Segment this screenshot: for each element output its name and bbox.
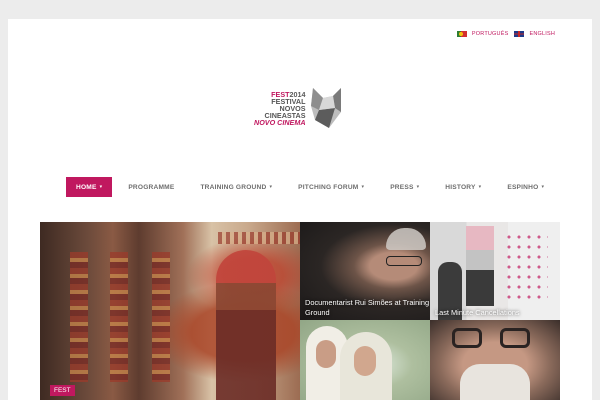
face-image bbox=[316, 340, 336, 368]
site-logo[interactable]: FEST2014 FESTIVAL NOVOS CINEASTAS NOVO C… bbox=[254, 83, 346, 133]
chevron-down-icon: ▾ bbox=[541, 184, 545, 190]
girl-figure-image bbox=[216, 250, 276, 400]
nav-label: PRESS bbox=[390, 183, 414, 191]
logo-wordmark: FEST2014 FESTIVAL NOVOS CINEASTAS NOVO C… bbox=[254, 90, 306, 127]
nav-label: PITCHING FORUM bbox=[298, 183, 359, 191]
nav-item-press[interactable]: PRESS ▾ bbox=[380, 177, 429, 197]
nav-item-home[interactable]: HOME ▾ bbox=[66, 177, 113, 197]
tapestry-decoration bbox=[218, 232, 300, 244]
category-tag[interactable]: FEST bbox=[50, 385, 75, 396]
pt-flag-icon bbox=[456, 31, 467, 37]
curtain-decoration bbox=[152, 252, 170, 382]
nav-label: HOME bbox=[76, 183, 97, 191]
featured-tile-cancellations[interactable]: Last Minute Cancellations bbox=[430, 222, 560, 320]
nav-item-pitching-forum[interactable]: PITCHING FORUM ▾ bbox=[288, 177, 374, 197]
beard-image bbox=[460, 364, 530, 400]
page: PORTUGUÊS ENGLISH FEST2014 FESTIVAL NOVO… bbox=[8, 19, 592, 400]
chevron-down-icon: ▾ bbox=[269, 184, 273, 190]
curtain-decoration bbox=[70, 252, 88, 382]
cat-logo-icon bbox=[310, 88, 341, 128]
chevron-down-icon: ▾ bbox=[478, 184, 482, 190]
featured-tile-rui-simoes[interactable]: Documentarist Rui Simões at Training Gro… bbox=[300, 222, 430, 320]
curtain-decoration bbox=[110, 252, 128, 382]
main-navigation: HOME ▾ PROGRAMME TRAINING GROUND ▾ PITCHIN… bbox=[66, 177, 560, 197]
nav-label: ESPINHO bbox=[507, 183, 539, 191]
featured-tile-fest[interactable]: FEST bbox=[40, 222, 300, 400]
chevron-down-icon: ▾ bbox=[416, 184, 420, 190]
tile-caption[interactable]: Last Minute Cancellations bbox=[435, 308, 520, 318]
language-switcher: PORTUGUÊS ENGLISH bbox=[456, 31, 555, 37]
nav-label: HISTORY bbox=[445, 183, 476, 191]
nav-item-training-ground[interactable]: TRAINING GROUND ▾ bbox=[190, 177, 282, 197]
tile-caption[interactable]: Documentarist Rui Simões at Training Gro… bbox=[305, 298, 430, 318]
featured-tile-portrait[interactable] bbox=[430, 320, 560, 400]
glasses-decoration bbox=[500, 328, 530, 348]
glasses-decoration bbox=[386, 256, 422, 266]
featured-tile-women[interactable] bbox=[300, 320, 430, 400]
language-label: ENGLISH bbox=[529, 31, 555, 37]
featured-grid: FEST Documentarist Rui Simões at Trainin… bbox=[40, 222, 560, 400]
glasses-decoration bbox=[452, 328, 482, 348]
logo-line-novo-cinema: NOVO CINEMA bbox=[254, 117, 306, 127]
language-portuguese[interactable]: PORTUGUÊS bbox=[456, 31, 509, 37]
nav-item-programme[interactable]: PROGRAMME bbox=[118, 177, 184, 197]
language-label: PORTUGUÊS bbox=[471, 31, 509, 37]
uk-flag-icon bbox=[514, 31, 525, 37]
nav-item-history[interactable]: HISTORY ▾ bbox=[435, 177, 491, 197]
portrait-image bbox=[386, 228, 426, 250]
nav-label: PROGRAMME bbox=[128, 183, 175, 191]
face-image bbox=[354, 346, 376, 376]
poster-image bbox=[466, 226, 494, 306]
logo-wall-image bbox=[504, 232, 548, 302]
language-english[interactable]: ENGLISH bbox=[514, 31, 555, 37]
nav-item-espinho[interactable]: ESPINHO ▾ bbox=[497, 177, 554, 197]
chevron-down-icon: ▾ bbox=[361, 184, 365, 190]
chevron-down-icon: ▾ bbox=[99, 184, 103, 190]
nav-label: TRAINING GROUND bbox=[200, 183, 267, 191]
